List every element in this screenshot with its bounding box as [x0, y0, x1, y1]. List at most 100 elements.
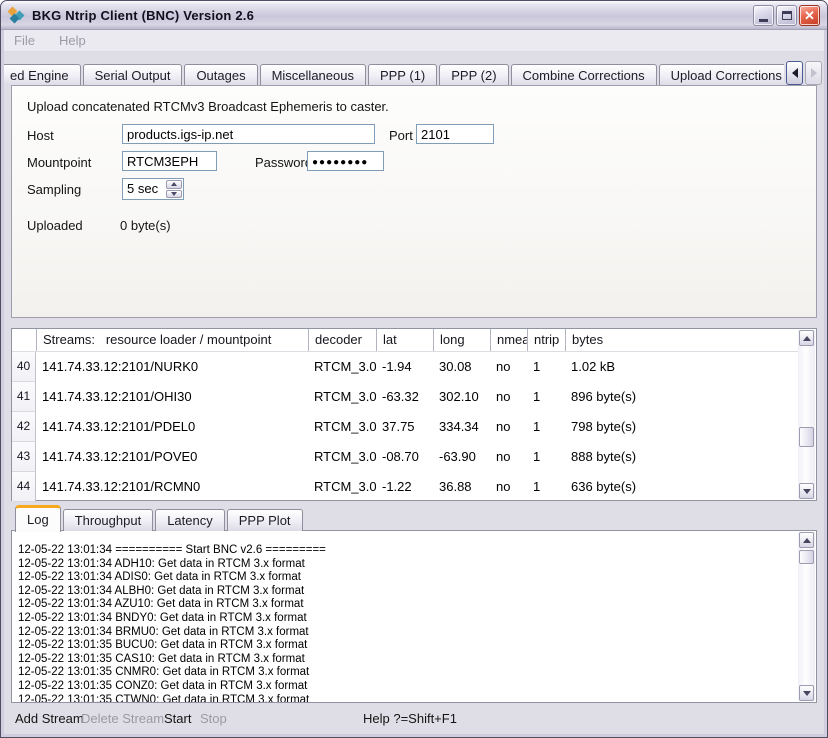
streams-scrollbar[interactable]	[798, 330, 815, 499]
maximize-icon	[782, 11, 792, 20]
main-tab[interactable]: Upload Corrections	[659, 64, 784, 86]
table-row[interactable]: 42 141.74.33.12:2101/PDEL0 RTCM_3.0 37.7…	[12, 412, 799, 442]
spin-up-button[interactable]	[166, 180, 182, 189]
mountpoint-input[interactable]	[122, 151, 217, 171]
spin-down-button[interactable]	[166, 190, 182, 199]
column-header[interactable]: long	[433, 329, 490, 351]
main-tab[interactable]: ed Engine	[4, 64, 81, 86]
scroll-down-icon	[803, 489, 811, 494]
stream-nmea: no	[490, 352, 527, 382]
stream-bytes: 1.02 kB	[565, 352, 799, 382]
close-icon: ✕	[804, 9, 815, 22]
scroll-up-button[interactable]	[799, 330, 814, 346]
main-tab[interactable]: Serial Output	[83, 64, 183, 86]
streams-table-header: Streams: resource loader / mountpointdec…	[12, 329, 799, 352]
column-header[interactable]	[12, 329, 36, 351]
title-bar[interactable]: BKG Ntrip Client (BNC) Version 2.6 ✕	[1, 1, 827, 30]
stream-nmea: no	[490, 442, 527, 472]
stream-source: 141.74.33.12:2101/POVE0	[36, 442, 308, 472]
stream-source: 141.74.33.12:2101/RCMN0	[36, 472, 308, 502]
minimize-button[interactable]	[753, 5, 774, 26]
column-header[interactable]: nmea	[490, 329, 527, 351]
password-input[interactable]	[307, 151, 384, 171]
scroll-up-icon	[803, 336, 811, 341]
stream-source: 141.74.33.12:2101/NURK0	[36, 352, 308, 382]
main-tab[interactable]: PPP (2)	[439, 64, 508, 86]
tab-scroll-left-button[interactable]	[786, 61, 803, 85]
tab-scroll-right-icon	[811, 68, 817, 78]
column-header[interactable]: bytes	[565, 329, 799, 351]
row-number: 40	[12, 352, 36, 382]
stream-ntrip: 1	[527, 442, 565, 472]
main-tab[interactable]: Miscellaneous	[260, 64, 366, 86]
spin-down-icon	[171, 192, 177, 196]
table-row[interactable]: 40 141.74.33.12:2101/NURK0 RTCM_3.0 -1.9…	[12, 352, 799, 382]
menu-bar: File Help	[4, 30, 824, 52]
scroll-up-button[interactable]	[799, 532, 814, 548]
row-number: 43	[12, 442, 36, 472]
stream-bytes: 798 byte(s)	[565, 412, 799, 442]
stream-long: 36.88	[433, 472, 490, 502]
stream-bytes: 888 byte(s)	[565, 442, 799, 472]
scrollbar-thumb[interactable]	[799, 550, 814, 564]
log-line: 12-05-22 13:01:35 CONZ0: Get data in RTC…	[18, 680, 796, 694]
stream-decoder: RTCM_3.0	[308, 472, 376, 502]
table-row[interactable]: 43 141.74.33.12:2101/POVE0 RTCM_3.0 -08.…	[12, 442, 799, 472]
start-button[interactable]: Start	[164, 703, 191, 734]
main-tab[interactable]: Combine Corrections	[511, 64, 657, 86]
column-header[interactable]: Streams: resource loader / mountpoint	[36, 329, 308, 351]
bottom-tab[interactable]: Log	[15, 505, 61, 532]
table-row[interactable]: 41 141.74.33.12:2101/OHI30 RTCM_3.0 -63.…	[12, 382, 799, 412]
stream-long: 302.10	[433, 382, 490, 412]
stream-ntrip: 1	[527, 472, 565, 502]
column-header[interactable]: lat	[376, 329, 433, 351]
tab-scroll-right-button[interactable]	[805, 61, 822, 85]
panel-description: Upload concatenated RTCMv3 Broadcast Eph…	[27, 99, 389, 114]
maximize-button[interactable]	[776, 5, 797, 26]
menu-item[interactable]: File	[14, 33, 35, 48]
bottom-tab[interactable]: Throughput	[63, 509, 154, 531]
log-scrollbar[interactable]	[798, 532, 815, 701]
column-header[interactable]: ntrip	[527, 329, 565, 351]
log-line: 12-05-22 13:01:34 BRMU0: Get data in RTC…	[18, 626, 796, 640]
scrollbar-thumb[interactable]	[799, 427, 814, 447]
main-tab[interactable]: PPP (1)	[368, 64, 437, 86]
log-lines: 12-05-22 13:01:34 ========== Start BNC v…	[18, 544, 796, 702]
sampling-value: 5 sec	[127, 181, 158, 196]
add-stream-button[interactable]: Add Stream	[15, 703, 84, 734]
sampling-stepper[interactable]: 5 sec	[122, 178, 184, 200]
main-tab[interactable]: Outages	[184, 64, 257, 86]
log-line: 12-05-22 13:01:34 ALBH0: Get data in RTC…	[18, 585, 796, 599]
port-input[interactable]	[416, 124, 494, 144]
scroll-down-icon	[803, 691, 811, 696]
uploaded-label: Uploaded	[27, 218, 83, 233]
host-input[interactable]	[122, 124, 375, 144]
stream-bytes: 896 byte(s)	[565, 382, 799, 412]
row-number: 44	[12, 472, 36, 502]
stream-decoder: RTCM_3.0	[308, 352, 376, 382]
sampling-label: Sampling	[27, 182, 81, 197]
stream-nmea: no	[490, 382, 527, 412]
host-label: Host	[27, 128, 54, 143]
close-button[interactable]: ✕	[799, 5, 820, 26]
scroll-down-button[interactable]	[799, 483, 814, 499]
log-line: 12-05-22 13:01:34 ADH10: Get data in RTC…	[18, 558, 796, 572]
stop-button[interactable]: Stop	[200, 703, 227, 734]
password-label: Password	[255, 155, 312, 170]
delete-stream-button[interactable]: Delete Stream	[81, 703, 164, 734]
scroll-down-button[interactable]	[799, 685, 814, 701]
upload-ephemeris-panel: Upload concatenated RTCMv3 Broadcast Eph…	[11, 85, 817, 318]
menu-item[interactable]: Help	[59, 33, 86, 48]
stream-nmea: no	[490, 412, 527, 442]
streams-table-body: 40 141.74.33.12:2101/NURK0 RTCM_3.0 -1.9…	[12, 352, 816, 502]
bottom-tab[interactable]: PPP Plot	[227, 509, 303, 531]
bottom-tab[interactable]: Latency	[155, 509, 225, 531]
table-row[interactable]: 44 141.74.33.12:2101/RCMN0 RTCM_3.0 -1.2…	[12, 472, 799, 502]
log-line: 12-05-22 13:01:35 CTWN0: Get data in RTC…	[18, 694, 796, 702]
stream-long: -63.90	[433, 442, 490, 472]
stream-decoder: RTCM_3.0	[308, 382, 376, 412]
column-header[interactable]: decoder	[308, 329, 376, 351]
stream-decoder: RTCM_3.0	[308, 442, 376, 472]
minimize-icon	[759, 19, 768, 22]
mountpoint-label: Mountpoint	[27, 155, 91, 170]
